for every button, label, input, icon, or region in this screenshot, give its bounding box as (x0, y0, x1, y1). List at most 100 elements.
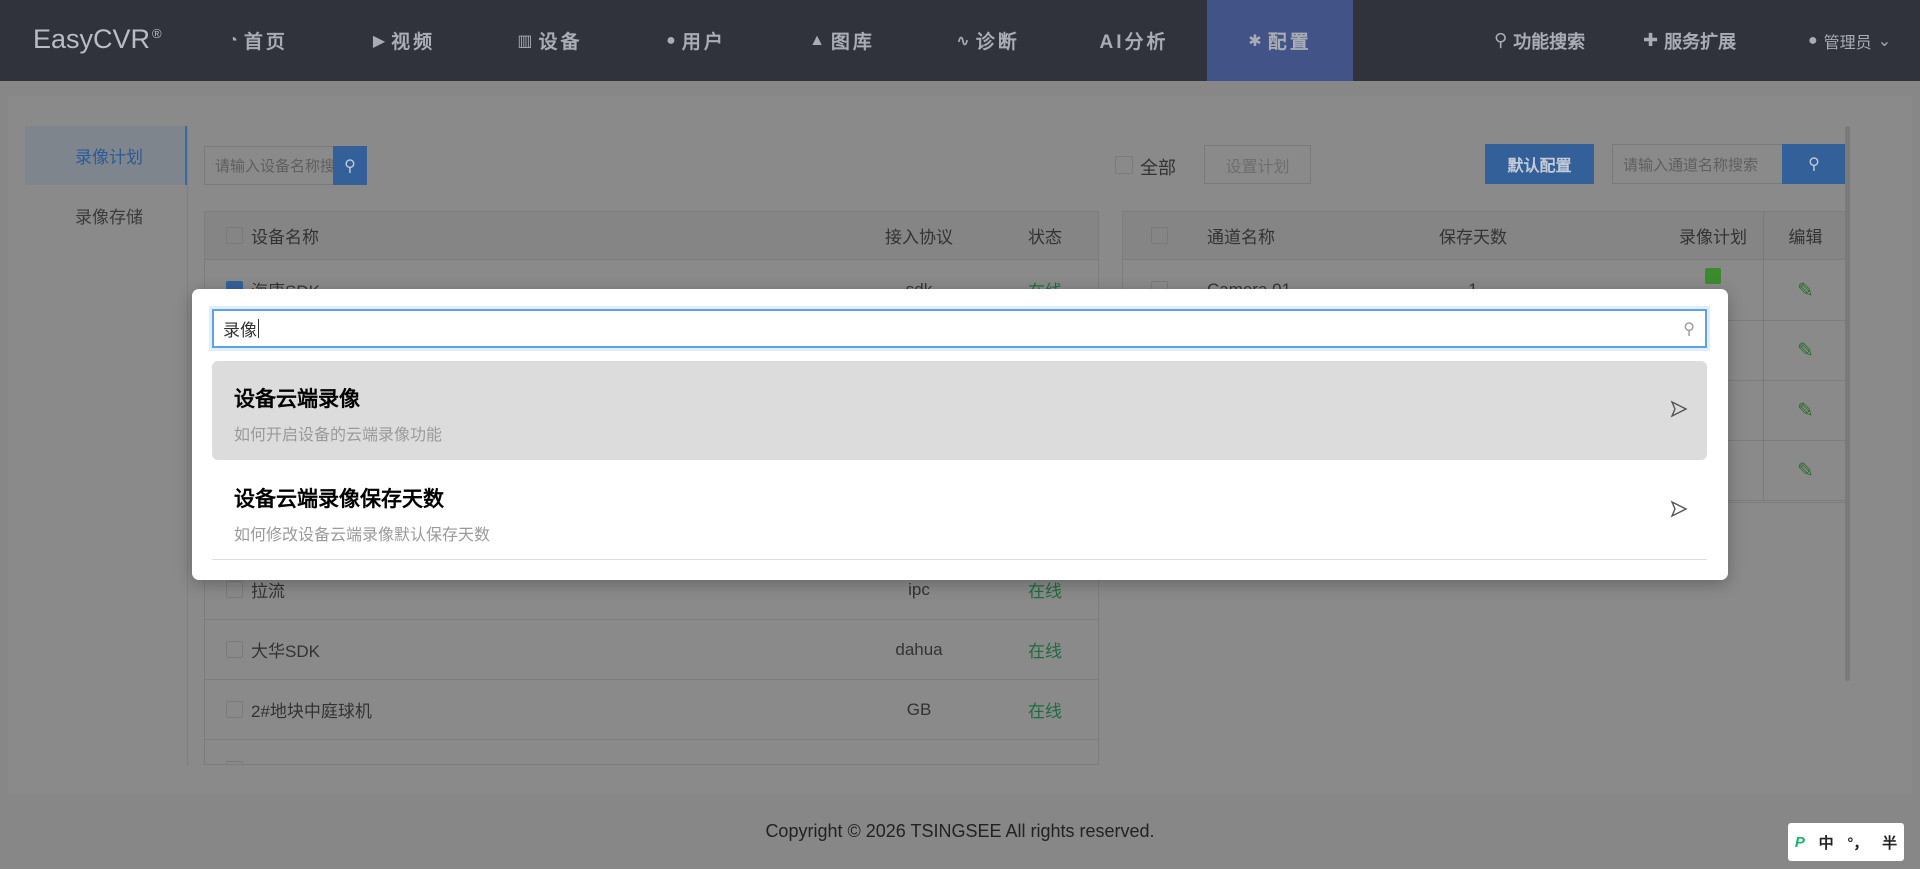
nav-label: 诊断 (975, 32, 1020, 53)
nav-gallery[interactable]: ▲ 图库 (769, 0, 915, 81)
row-checkbox[interactable] (226, 640, 243, 658)
result-description: 如何修改设备云端录像默认保存天数 (234, 527, 491, 544)
protocol: GB (906, 699, 932, 719)
col-edit: 编辑 (1763, 212, 1846, 259)
registered-mark: ® (152, 26, 162, 41)
nav-label: 首页 (243, 32, 288, 53)
row-checkbox[interactable] (226, 700, 243, 718)
function-search-dialog: 录像 ⚲ 设备云端录像 如何开启设备的云端录像功能 设备云端录像保存天数 如何修… (192, 289, 1728, 580)
gear-icon: ✱ (1248, 32, 1262, 50)
select-all-checkbox[interactable] (226, 226, 243, 244)
all-label: 全部 (1140, 158, 1176, 178)
col-save-days: 保存天数 (1439, 228, 1507, 247)
sidebar-item-record-storage[interactable]: 录像存储 (25, 186, 187, 245)
user-icon: ● (1808, 31, 1818, 49)
scrollbar[interactable] (1845, 126, 1850, 681)
edit-cell: ✎ (1763, 260, 1846, 320)
nav-home[interactable]: ◔ 首页 (185, 0, 331, 81)
ime-logo-icon: P (1794, 833, 1805, 851)
search-icon: ⚲ (344, 157, 356, 175)
function-search-button[interactable]: ⚲ 功能搜索 (1494, 0, 1585, 81)
sidebar-item-label: 录像计划 (75, 148, 143, 167)
nav-label: 图库 (830, 32, 875, 53)
row-checkbox[interactable] (226, 760, 243, 764)
nav-label: 用户 (681, 32, 726, 53)
top-nav: EasyCVR ® ◔ 首页 ▶ 视频 ▥ 设备 ● 用户 ▲ 图库 ∿ 诊断 AI分析 ✱ 配… (0, 0, 1920, 81)
nav-device[interactable]: ▥ 设备 (477, 0, 623, 81)
table-header: 设备名称 接入协议 状态 (205, 212, 1098, 260)
user-icon: ● (666, 31, 676, 49)
row-checkbox[interactable] (226, 580, 243, 598)
search-result-item[interactable]: 设备云端录像 如何开启设备的云端录像功能 (212, 361, 1707, 460)
edit-cell: ✎ (1763, 440, 1846, 500)
select-all-checkbox[interactable] (1151, 226, 1168, 244)
service-extension-label: 服务扩展 (1664, 31, 1737, 52)
nav-video[interactable]: ▶ 视频 (331, 0, 477, 81)
table-header: 通道名称 保存天数 录像计划 编辑 (1123, 212, 1846, 260)
protocol: dahua (895, 639, 943, 659)
user-menu[interactable]: ● 管理员 ⌄ (1808, 0, 1891, 81)
nav-ai[interactable]: AI分析 (1061, 0, 1207, 81)
edit-cell: ✎ (1763, 320, 1846, 380)
placeholder: 请输入通道名称搜索 (1623, 156, 1759, 174)
channel-search-input[interactable]: 请输入通道名称搜索 (1612, 144, 1783, 184)
device-icon: ▥ (517, 32, 533, 50)
play-icon: ▶ (372, 32, 386, 50)
nav-diagnose[interactable]: ∿ 诊断 (915, 0, 1061, 81)
device-name: 2#地块中庭球机 (251, 702, 372, 721)
search-icon: ⚲ (1494, 30, 1508, 50)
ime-punctuation[interactable]: °， (1847, 832, 1868, 853)
edit-icon[interactable]: ✎ (1797, 278, 1814, 303)
default-config-button[interactable]: 默认配置 (1485, 144, 1594, 184)
send-arrow-icon (1670, 500, 1688, 518)
result-description: 如何开启设备的云端录像功能 (234, 427, 443, 444)
search-icon: ⚲ (1808, 156, 1820, 173)
col-protocol: 接入协议 (885, 228, 953, 247)
channel-search-button[interactable]: ⚲ (1782, 144, 1846, 184)
nav-label: AI分析 (1099, 32, 1169, 53)
nav-label: 配置 (1267, 32, 1312, 53)
col-channel-name: 通道名称 (1207, 228, 1275, 247)
device-search-input[interactable]: 请输入设备名称搜索内容 (204, 146, 334, 185)
function-search-label: 功能搜索 (1513, 31, 1586, 52)
col-status: 状态 (1028, 228, 1062, 247)
puzzle-icon: ✚ (1643, 30, 1659, 50)
device-search-button[interactable]: ⚲ (333, 146, 367, 185)
function-search-input[interactable]: 录像 ⚲ (212, 309, 1707, 348)
search-icon: ⚲ (1683, 321, 1695, 338)
edit-icon[interactable]: ✎ (1797, 458, 1814, 483)
sidebar-divider (187, 126, 188, 766)
edit-icon[interactable]: ✎ (1797, 338, 1814, 363)
table-row[interactable]: 2#地块中庭球机 GB 在线 (205, 680, 1098, 740)
col-record-plan: 录像计划 (1679, 228, 1747, 247)
sidebar-item-label: 录像存储 (75, 208, 143, 227)
result-title: 设备云端录像保存天数 (234, 488, 444, 511)
record-plan-indicator[interactable] (1705, 268, 1721, 284)
nav-label: 视频 (391, 32, 436, 53)
nav-label: 设备 (538, 32, 583, 53)
search-result-item[interactable]: 设备云端录像保存天数 如何修改设备云端录像默认保存天数 (212, 461, 1707, 560)
nav-config[interactable]: ✱ 配置 (1207, 0, 1353, 81)
status: 在线 (1028, 642, 1062, 661)
ime-language[interactable]: 中 (1819, 832, 1834, 853)
set-plan-button[interactable]: 设置计划 (1204, 145, 1311, 184)
alarm-icon: ▲ (809, 31, 825, 49)
edit-cell: ✎ (1763, 380, 1846, 440)
nav-user[interactable]: ● 用户 (623, 0, 769, 81)
pulse-icon: ∿ (956, 32, 970, 50)
ime-toolbar[interactable]: P 中 °， 半 (1788, 823, 1904, 861)
sidebar-item-record-plan[interactable]: 录像计划 (25, 126, 187, 185)
logo-text: EasyCVR (33, 24, 151, 54)
send-arrow-icon (1670, 400, 1688, 418)
all-checkbox[interactable] (1115, 156, 1133, 174)
text-caret (258, 319, 259, 338)
logo[interactable]: EasyCVR ® (33, 24, 162, 55)
device-name: 大华SDK (251, 642, 320, 661)
service-extension-button[interactable]: ✚ 服务扩展 (1643, 0, 1736, 81)
edit-icon[interactable]: ✎ (1797, 398, 1814, 423)
table-row[interactable]: 大华SDK dahua 在线 (205, 620, 1098, 680)
status: 在线 (1028, 702, 1062, 721)
table-row[interactable] (205, 740, 1098, 764)
user-name: 管理员 (1823, 34, 1872, 52)
ime-width[interactable]: 半 (1882, 832, 1897, 853)
